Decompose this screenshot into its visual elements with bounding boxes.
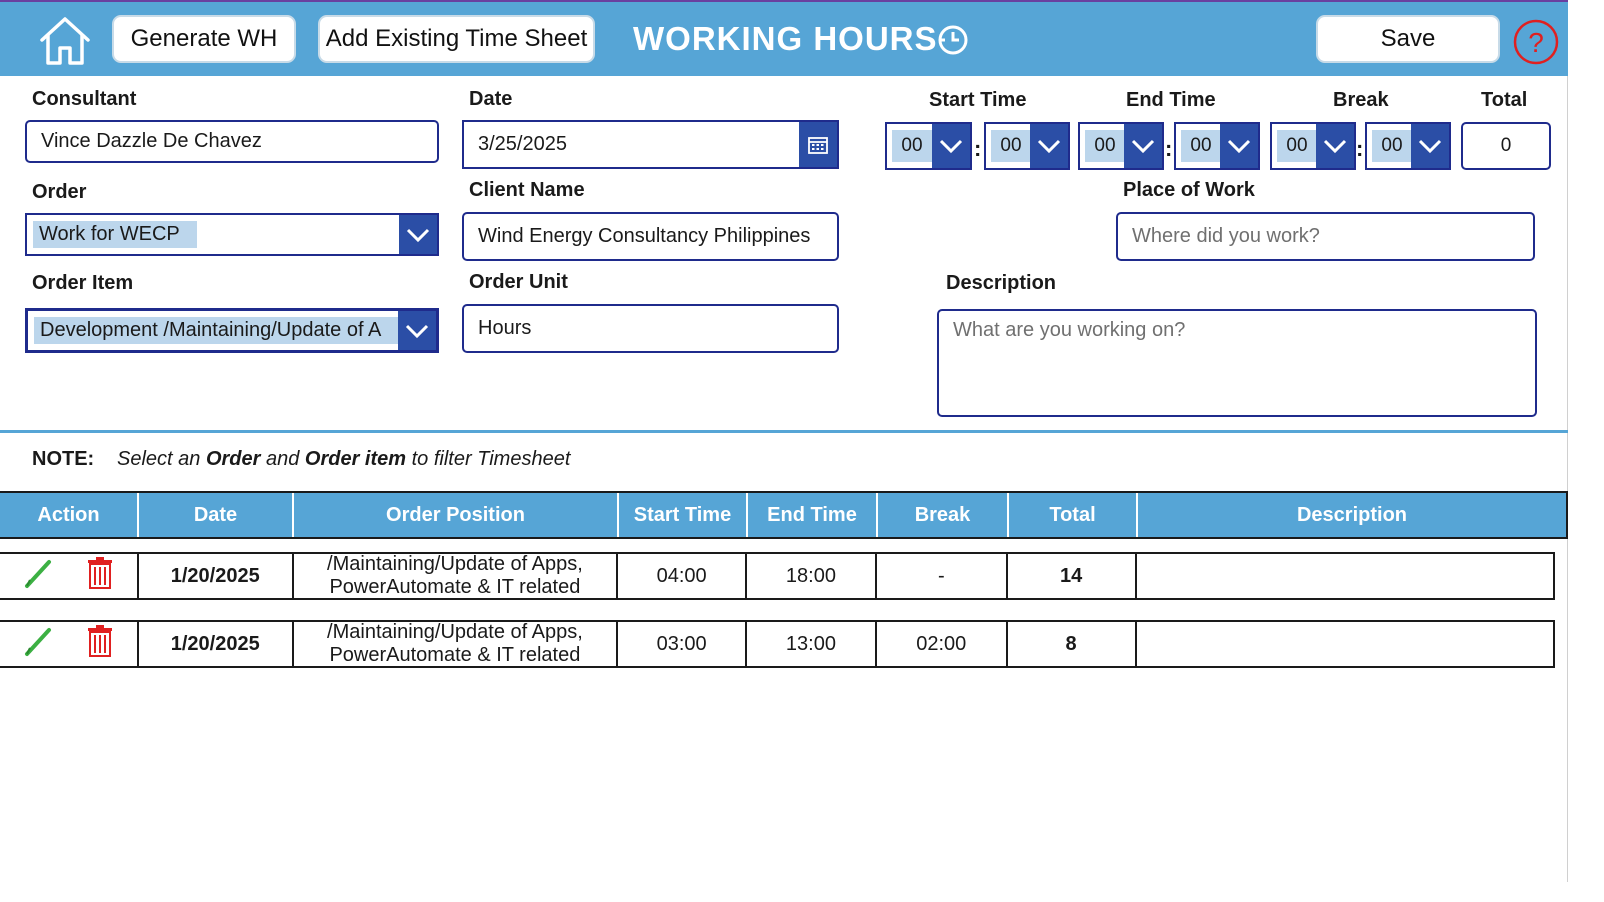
calendar-icon[interactable] (799, 122, 837, 167)
header-bar: Generate WH Add Existing Time Sheet WORK… (0, 0, 1568, 76)
break-cell: - (877, 554, 1008, 598)
note-message: Select an Order and Order item to filter… (117, 448, 571, 470)
home-icon[interactable] (36, 14, 94, 68)
table-row: 1/20/2025 /Maintaining/Update of Apps, Po… (0, 620, 1555, 668)
chevron-down-icon[interactable] (1030, 124, 1068, 168)
table-row: 1/20/2025 /Maintaining/Update of Apps, Po… (0, 552, 1555, 600)
trash-icon[interactable] (87, 625, 113, 663)
order-item-dropdown[interactable]: Development /Maintaining/Update of A (25, 308, 439, 353)
date-cell: 1/20/2025 (139, 622, 294, 666)
page-title: WORKING HOURS (633, 20, 938, 57)
chevron-down-icon[interactable] (1124, 124, 1162, 168)
description-label: Description (946, 272, 1057, 294)
order-position-cell: /Maintaining/Update of Apps, PowerAutomat… (294, 553, 619, 598)
order-selected-value: Work for WECP (33, 221, 197, 248)
pencil-icon[interactable] (23, 624, 55, 664)
note-text: NOTE: Select an Order and Order item to … (32, 448, 570, 471)
description-cell (1137, 622, 1553, 666)
start-time-cell: 04:00 (618, 554, 748, 598)
client-name-label: Client Name (469, 179, 585, 201)
description-cell (1137, 554, 1553, 598)
break-minute-value: 00 (1372, 130, 1412, 162)
col-header-start-time: Start Time (619, 493, 748, 537)
trash-icon[interactable] (87, 557, 113, 595)
chevron-down-icon[interactable] (1220, 124, 1258, 168)
break-minute-dropdown[interactable]: 00 (1365, 122, 1451, 170)
total-cell: 8 (1008, 622, 1137, 666)
order-position-cell: /Maintaining/Update of Apps, PowerAutomat… (294, 621, 619, 666)
consultant-label: Consultant (32, 88, 137, 110)
break-label: Break (1333, 89, 1389, 111)
date-cell: 1/20/2025 (139, 554, 294, 598)
add-existing-timesheet-button[interactable]: Add Existing Time Sheet (318, 15, 595, 63)
start-minute-value: 00 (991, 130, 1031, 162)
end-minute-value: 00 (1181, 130, 1221, 162)
total-field[interactable]: 0 (1461, 122, 1551, 170)
start-time-label: Start Time (929, 89, 1027, 111)
total-cell: 14 (1008, 554, 1137, 598)
help-icon[interactable]: ? (1512, 18, 1560, 66)
chevron-down-icon[interactable] (398, 311, 436, 350)
break-hour-dropdown[interactable]: 00 (1270, 122, 1356, 170)
break-hour-value: 00 (1277, 130, 1317, 162)
end-hour-value: 00 (1085, 130, 1125, 162)
action-cell (0, 554, 139, 598)
start-time-cell: 03:00 (618, 622, 748, 666)
table-header: Action Date Order Position Start Time En… (0, 491, 1568, 539)
end-time-cell: 13:00 (747, 622, 877, 666)
consultant-field[interactable]: Vince Dazzle De Chavez (25, 120, 439, 163)
start-hour-dropdown[interactable]: 00 (885, 122, 972, 170)
chevron-down-icon[interactable] (399, 215, 437, 254)
note-label: NOTE: (32, 448, 95, 470)
date-field[interactable]: 3/25/2025 (462, 120, 839, 169)
end-time-label: End Time (1126, 89, 1216, 111)
order-unit-label: Order Unit (469, 271, 568, 293)
col-header-date: Date (139, 493, 294, 537)
col-header-break: Break (878, 493, 1009, 537)
col-header-total: Total (1009, 493, 1138, 537)
pencil-icon[interactable] (23, 556, 55, 596)
end-minute-dropdown[interactable]: 00 (1174, 122, 1260, 170)
order-item-label: Order Item (32, 272, 134, 294)
chevron-down-icon[interactable] (1411, 124, 1449, 168)
date-label: Date (469, 88, 513, 110)
order-unit-field[interactable]: Hours (462, 304, 839, 353)
col-header-action: Action (0, 493, 139, 537)
time-separator: : (974, 136, 982, 161)
chevron-down-icon[interactable] (932, 124, 970, 168)
client-name-field[interactable]: Wind Energy Consultancy Philippines (462, 212, 839, 261)
date-value: 3/25/2025 (478, 133, 567, 155)
app-window: Generate WH Add Existing Time Sheet WORK… (0, 0, 1568, 882)
description-field[interactable]: What are you working on? (937, 309, 1537, 417)
col-header-description: Description (1296, 503, 1408, 526)
action-cell (0, 622, 139, 666)
total-label: Total (1481, 89, 1528, 111)
start-hour-value: 00 (892, 130, 932, 162)
clock-icon (937, 24, 969, 56)
place-of-work-label: Place of Work (1123, 179, 1255, 201)
end-hour-dropdown[interactable]: 00 (1078, 122, 1164, 170)
break-cell: 02:00 (877, 622, 1008, 666)
svg-text:?: ? (1528, 27, 1544, 58)
time-separator: : (1165, 136, 1173, 161)
chevron-down-icon[interactable] (1316, 124, 1354, 168)
time-separator: : (1356, 136, 1364, 161)
order-item-selected-value: Development /Maintaining/Update of A (34, 317, 398, 344)
start-minute-dropdown[interactable]: 00 (984, 122, 1070, 170)
col-header-end-time: End Time (748, 493, 878, 537)
save-button[interactable]: Save (1316, 15, 1500, 63)
end-time-cell: 18:00 (747, 554, 877, 598)
order-dropdown[interactable]: Work for WECP (25, 213, 439, 256)
place-of-work-field[interactable]: Where did you work? (1116, 212, 1535, 261)
section-divider (0, 430, 1568, 433)
order-label: Order (32, 181, 87, 203)
generate-wh-button[interactable]: Generate WH (112, 15, 296, 63)
col-header-order-position: Order Position (294, 493, 619, 537)
